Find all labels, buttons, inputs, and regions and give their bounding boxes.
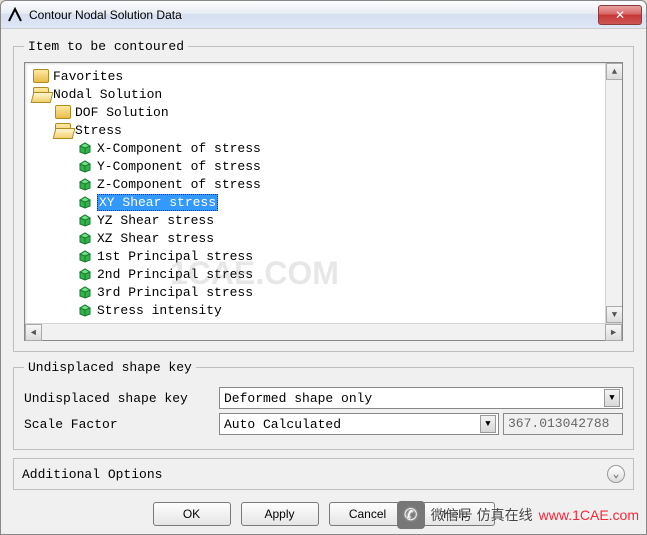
cube-icon bbox=[77, 213, 93, 227]
tree-item-y-component[interactable]: Y-Component of stress bbox=[27, 157, 620, 175]
tree-view[interactable]: Favorites Nodal Solution DOF Solution St… bbox=[25, 63, 622, 323]
button-row: OK Apply Cancel Help bbox=[13, 496, 634, 530]
cube-icon bbox=[77, 285, 93, 299]
ok-button[interactable]: OK bbox=[153, 502, 231, 526]
scroll-down-icon[interactable]: ▼ bbox=[606, 306, 622, 323]
cube-icon bbox=[77, 141, 93, 155]
tree-item-x-component[interactable]: X-Component of stress bbox=[27, 139, 620, 157]
cube-icon bbox=[77, 303, 93, 317]
dialog-window: Contour Nodal Solution Data ✕ Item to be… bbox=[0, 0, 647, 535]
cube-icon bbox=[77, 231, 93, 245]
tree-container: Favorites Nodal Solution DOF Solution St… bbox=[24, 62, 623, 341]
tree-item-3rd-principal[interactable]: 3rd Principal stress bbox=[27, 283, 620, 301]
scroll-right-icon[interactable]: ► bbox=[605, 324, 622, 341]
tree-item-1st-principal[interactable]: 1st Principal stress bbox=[27, 247, 620, 265]
shape-group-legend: Undisplaced shape key bbox=[24, 360, 196, 375]
app-icon bbox=[7, 7, 23, 23]
scale-factor-row: Scale Factor Auto Calculated ▼ 367.01304… bbox=[24, 413, 623, 435]
item-to-contour-group: Item to be contoured Favorites Nodal Sol… bbox=[13, 39, 634, 352]
tree-node-dof-solution[interactable]: DOF Solution bbox=[27, 103, 620, 121]
apply-button[interactable]: Apply bbox=[241, 502, 319, 526]
dialog-body: Item to be contoured Favorites Nodal Sol… bbox=[1, 29, 646, 534]
horizontal-scrollbar[interactable]: ◄ ► bbox=[25, 323, 622, 340]
tree-item-xy-shear[interactable]: XY Shear stress bbox=[27, 193, 620, 211]
cancel-button[interactable]: Cancel bbox=[329, 502, 407, 526]
tree-node-favorites[interactable]: Favorites bbox=[27, 67, 620, 85]
cube-icon bbox=[77, 267, 93, 281]
scroll-up-icon[interactable]: ▲ bbox=[606, 63, 622, 80]
tree-item-stress-intensity[interactable]: Stress intensity bbox=[27, 301, 620, 319]
close-button[interactable]: ✕ bbox=[598, 5, 642, 25]
chevron-down-icon[interactable]: ▼ bbox=[480, 415, 496, 433]
expand-icon[interactable]: ⌄ bbox=[607, 465, 625, 483]
scale-factor-value: 367.013042788 bbox=[503, 413, 623, 435]
group-legend: Item to be contoured bbox=[24, 39, 188, 54]
tree-item-2nd-principal[interactable]: 2nd Principal stress bbox=[27, 265, 620, 283]
cube-icon bbox=[77, 249, 93, 263]
undisplaced-shape-group: Undisplaced shape key Undisplaced shape … bbox=[13, 360, 634, 450]
shape-key-label: Undisplaced shape key bbox=[24, 391, 219, 406]
shape-key-dropdown[interactable]: Deformed shape only ▼ bbox=[219, 387, 623, 409]
folder-icon bbox=[55, 105, 71, 119]
tree-item-yz-shear[interactable]: YZ Shear stress bbox=[27, 211, 620, 229]
scale-factor-dropdown[interactable]: Auto Calculated ▼ bbox=[219, 413, 499, 435]
cube-icon bbox=[77, 159, 93, 173]
cube-icon bbox=[77, 195, 93, 209]
window-title: Contour Nodal Solution Data bbox=[29, 8, 598, 22]
additional-options-label: Additional Options bbox=[22, 467, 162, 482]
help-button[interactable]: Help bbox=[417, 502, 495, 526]
cube-icon bbox=[77, 177, 93, 191]
titlebar[interactable]: Contour Nodal Solution Data ✕ bbox=[1, 1, 646, 29]
chevron-down-icon[interactable]: ▼ bbox=[604, 389, 620, 407]
shape-key-row: Undisplaced shape key Deformed shape onl… bbox=[24, 387, 623, 409]
tree-node-stress[interactable]: Stress bbox=[27, 121, 620, 139]
folder-open-icon bbox=[55, 123, 71, 137]
tree-node-nodal-solution[interactable]: Nodal Solution bbox=[27, 85, 620, 103]
folder-open-icon bbox=[33, 87, 49, 101]
scale-factor-label: Scale Factor bbox=[24, 417, 219, 432]
tree-item-xz-shear[interactable]: XZ Shear stress bbox=[27, 229, 620, 247]
vertical-scrollbar[interactable]: ▲ ▼ bbox=[605, 63, 622, 323]
folder-icon bbox=[33, 69, 49, 83]
additional-options-bar[interactable]: Additional Options ⌄ bbox=[13, 458, 634, 490]
tree-item-z-component[interactable]: Z-Component of stress bbox=[27, 175, 620, 193]
scroll-left-icon[interactable]: ◄ bbox=[25, 324, 42, 341]
